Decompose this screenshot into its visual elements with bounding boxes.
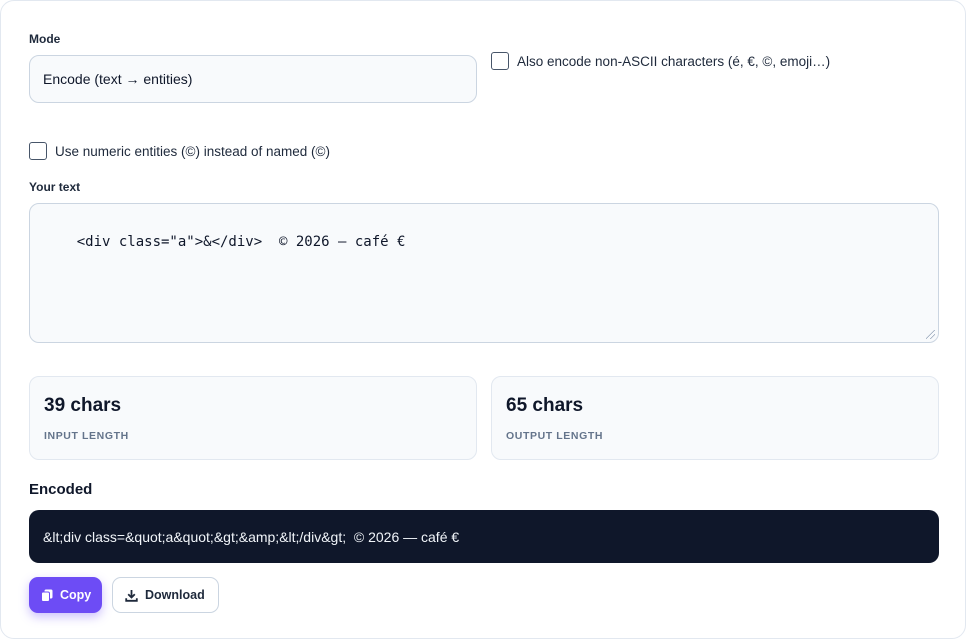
output-length-stat: 65 chars OUTPUT LENGTH <box>491 376 939 460</box>
copy-icon <box>41 589 53 602</box>
mode-label: Mode <box>29 32 61 46</box>
non-ascii-checkbox[interactable] <box>491 52 509 70</box>
input-label: Your text <box>29 180 81 194</box>
download-button-label: Download <box>145 588 205 602</box>
output-length-label: OUTPUT LENGTH <box>506 430 604 442</box>
text-input-value: <div class="a">&</div> © 2026 — café € <box>76 234 406 250</box>
download-icon <box>125 589 138 602</box>
download-button[interactable]: Download <box>112 577 219 613</box>
output-length-value: 65 chars <box>506 395 584 416</box>
mode-select[interactable]: Encode (text → entities) <box>29 55 477 103</box>
numeric-entities-label: Use numeric entities (©) instead of name… <box>55 143 330 159</box>
non-ascii-label: Also encode non-ASCII characters (é, €, … <box>517 53 831 69</box>
encoded-output-value: &lt;div class=&quot;a&quot;&gt;&amp;&lt;… <box>43 528 460 545</box>
text-input[interactable]: <div class="a">&</div> © 2026 — café € <box>29 203 939 343</box>
input-length-label: INPUT LENGTH <box>44 430 129 442</box>
numeric-entities-option[interactable]: Use numeric entities (©) instead of name… <box>29 142 330 160</box>
resize-handle-icon[interactable] <box>926 330 935 339</box>
copy-button[interactable]: Copy <box>29 577 102 613</box>
encoded-output[interactable]: &lt;div class=&quot;a&quot;&gt;&amp;&lt;… <box>29 510 939 563</box>
encoder-card: Mode Encode (text → entities) Also encod… <box>0 0 966 639</box>
non-ascii-option[interactable]: Also encode non-ASCII characters (é, €, … <box>491 52 830 70</box>
input-length-value: 39 chars <box>44 395 122 416</box>
output-title: Encoded <box>29 481 93 498</box>
mode-select-value: Encode (text → entities) <box>43 71 193 87</box>
input-length-stat: 39 chars INPUT LENGTH <box>29 376 477 460</box>
copy-button-label: Copy <box>60 588 92 602</box>
numeric-entities-checkbox[interactable] <box>29 142 47 160</box>
